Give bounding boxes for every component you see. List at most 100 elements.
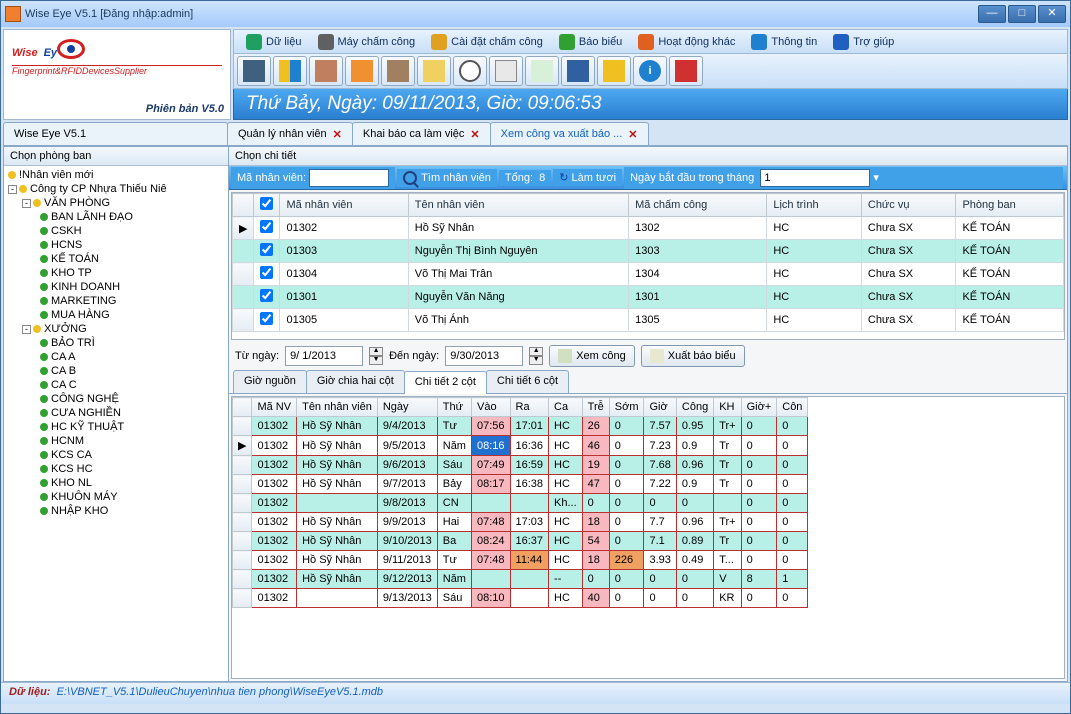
tree-node[interactable]: KHUÔN MÁY [6, 490, 226, 504]
menu-icon [638, 34, 654, 50]
view-attendance-button[interactable]: Xem công [549, 345, 635, 367]
menu-icon [431, 34, 447, 50]
start-day-select[interactable] [760, 169, 870, 187]
tab-close-icon[interactable]: ✕ [470, 128, 479, 141]
menu-Hoạt động khác[interactable]: Hoạt động khác [630, 30, 743, 53]
tree-node[interactable]: HCNM [6, 434, 226, 448]
attendance-detail-grid[interactable]: Mã NVTên nhân viênNgàyThứVàoRaCaTrễSớmGi… [231, 396, 1065, 679]
tool-person[interactable] [597, 56, 631, 86]
tree-node[interactable]: KINH DOANH [6, 280, 226, 294]
status-bar: Dữ liệu: E:\VBNET_V5.1\DulieuChuyen\nhua… [1, 682, 1070, 704]
tree-node[interactable]: CSKH [6, 224, 226, 238]
main-menu: Dữ liệuMáy chấm côngCài đặt chấm côngBáo… [233, 29, 1068, 54]
department-tree[interactable]: !Nhân viên mới-Công ty CP Nhựa Thiếu Niê… [4, 166, 228, 681]
bullet-icon [40, 493, 48, 501]
menu-icon [559, 34, 575, 50]
tool-exit[interactable] [669, 56, 703, 86]
employee-code-input[interactable] [309, 169, 389, 187]
bullet-icon [40, 339, 48, 347]
tree-node[interactable]: !Nhân viên mới [6, 168, 226, 182]
expand-icon[interactable]: - [22, 325, 31, 334]
tab-1[interactable]: Quản lý nhân viên✕ [227, 122, 353, 145]
eye-icon [57, 39, 85, 59]
tool-book[interactable] [561, 56, 595, 86]
menu-Dữ liệu[interactable]: Dữ liệu [238, 30, 310, 53]
tree-node[interactable]: -VĂN PHÒNG [6, 196, 226, 210]
tree-node[interactable]: CÔNG NGHỆ [6, 392, 226, 406]
menu-Báo biểu[interactable]: Báo biểu [551, 30, 630, 53]
bullet-icon [40, 227, 48, 235]
detail-tabs: Giờ nguồnGiờ chia hai cộtChi tiết 2 cộtC… [229, 370, 1067, 394]
from-label: Từ ngày: [235, 350, 279, 362]
tree-node[interactable]: -XƯỞNG [6, 322, 226, 336]
bullet-icon [33, 325, 41, 333]
bullet-icon [40, 465, 48, 473]
tool-calendar[interactable] [489, 56, 523, 86]
bullet-icon [8, 171, 16, 179]
tree-node[interactable]: MUA HÀNG [6, 308, 226, 322]
tool-report[interactable] [525, 56, 559, 86]
menu-icon [318, 34, 334, 50]
menu-Cài đặt chấm công[interactable]: Cài đặt chấm công [423, 30, 551, 53]
tree-node[interactable]: CA C [6, 378, 226, 392]
inner-tab-3[interactable]: Chi tiết 6 cột [486, 370, 569, 393]
bullet-icon [40, 395, 48, 403]
tree-node[interactable]: HCNS [6, 238, 226, 252]
tool-info[interactable]: i [633, 56, 667, 86]
minimize-button[interactable]: — [978, 5, 1006, 23]
close-button[interactable]: ✕ [1038, 5, 1066, 23]
tool-users[interactable] [309, 56, 343, 86]
tree-node[interactable]: CA A [6, 350, 226, 364]
tab-close-icon[interactable]: ✕ [628, 128, 637, 141]
to-label: Đến ngày: [389, 350, 439, 362]
from-date-input[interactable] [285, 346, 363, 366]
expand-icon[interactable]: - [22, 199, 31, 208]
tree-node[interactable]: MARKETING [6, 294, 226, 308]
tool-clock[interactable] [453, 56, 487, 86]
to-date-spinner[interactable]: ▲▼ [529, 347, 543, 365]
tree-node[interactable]: KHO NL [6, 476, 226, 490]
search-employee[interactable]: Tìm nhân viên [397, 169, 497, 187]
tool-monitor[interactable] [237, 56, 271, 86]
bullet-icon [40, 283, 48, 291]
inner-tab-1[interactable]: Giờ chia hai cột [306, 370, 405, 393]
bullet-icon [40, 241, 48, 249]
tree-node[interactable]: KCS CA [6, 448, 226, 462]
inner-tab-2[interactable]: Chi tiết 2 cột [404, 371, 487, 394]
maximize-button[interactable]: □ [1008, 5, 1036, 23]
to-date-input[interactable] [445, 346, 523, 366]
tree-node[interactable]: BẢO TRÌ [6, 336, 226, 350]
status-label: Dữ liệu: [9, 686, 50, 698]
inner-tab-0[interactable]: Giờ nguồn [233, 370, 307, 393]
tab-2[interactable]: Khai báo ca làm việc✕ [352, 122, 491, 145]
from-date-spinner[interactable]: ▲▼ [369, 347, 383, 365]
tab-3[interactable]: Xem công va xuất báo ...✕ [490, 122, 649, 145]
status-path: E:\VBNET_V5.1\DulieuChuyen\nhua tien pho… [57, 686, 383, 698]
bullet-icon [40, 297, 48, 305]
tool-sync[interactable] [273, 56, 307, 86]
tree-node[interactable]: HC KỸ THUẬT [6, 420, 226, 434]
tool-chart[interactable] [345, 56, 379, 86]
app-icon [5, 6, 21, 22]
refresh-button[interactable]: ↻ Làm tươi [553, 169, 622, 186]
tree-node[interactable]: BAN LÃNH ĐẠO [6, 210, 226, 224]
expand-icon[interactable]: - [8, 185, 17, 194]
employee-grid[interactable]: Mã nhân viênTên nhân viênMã chấm côngLịc… [231, 192, 1065, 340]
export-report-button[interactable]: Xuất báo biểu [641, 345, 745, 367]
menu-Máy chấm công[interactable]: Máy chấm công [310, 30, 424, 53]
tree-node[interactable]: KHO TP [6, 266, 226, 280]
menu-Thông tin[interactable]: Thông tin [743, 30, 825, 53]
tool-edit[interactable] [417, 56, 451, 86]
tree-node[interactable]: CƯA NGHIỀN [6, 406, 226, 420]
tab-0[interactable]: Wise Eye V5.1 [3, 122, 228, 145]
menu-Trợ giúp[interactable]: Trợ giúp [825, 30, 902, 53]
tree-node[interactable]: KẾ TOÁN [6, 252, 226, 266]
tool-group[interactable] [381, 56, 415, 86]
tab-close-icon[interactable]: ✕ [333, 128, 342, 141]
datetime-bar: Thứ Bảy, Ngày: 09/11/2013, Giờ: 09:06:53 [233, 89, 1068, 120]
tree-node[interactable]: CA B [6, 364, 226, 378]
tree-node[interactable]: -Công ty CP Nhựa Thiếu Niê [6, 182, 226, 196]
tree-node[interactable]: KCS HC [6, 462, 226, 476]
tree-node[interactable]: NHẬP KHO [6, 504, 226, 518]
bullet-icon [40, 353, 48, 361]
